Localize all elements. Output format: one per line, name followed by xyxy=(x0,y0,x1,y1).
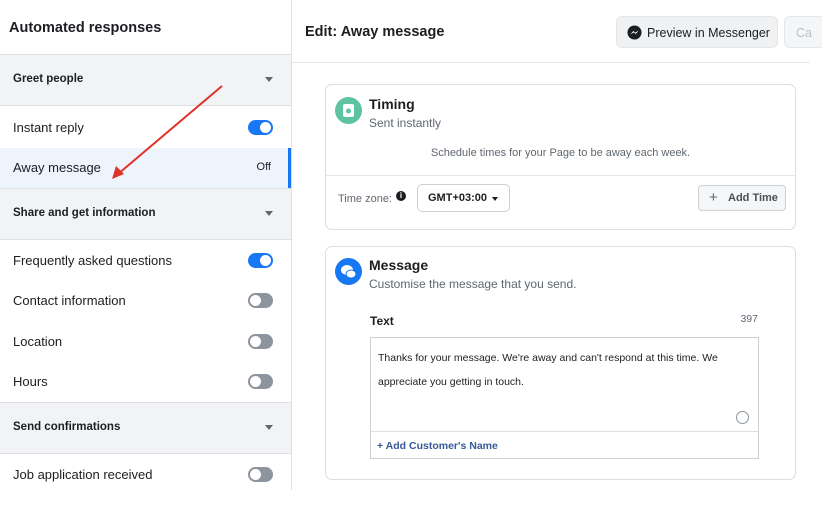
annotation-arrow xyxy=(112,85,223,179)
